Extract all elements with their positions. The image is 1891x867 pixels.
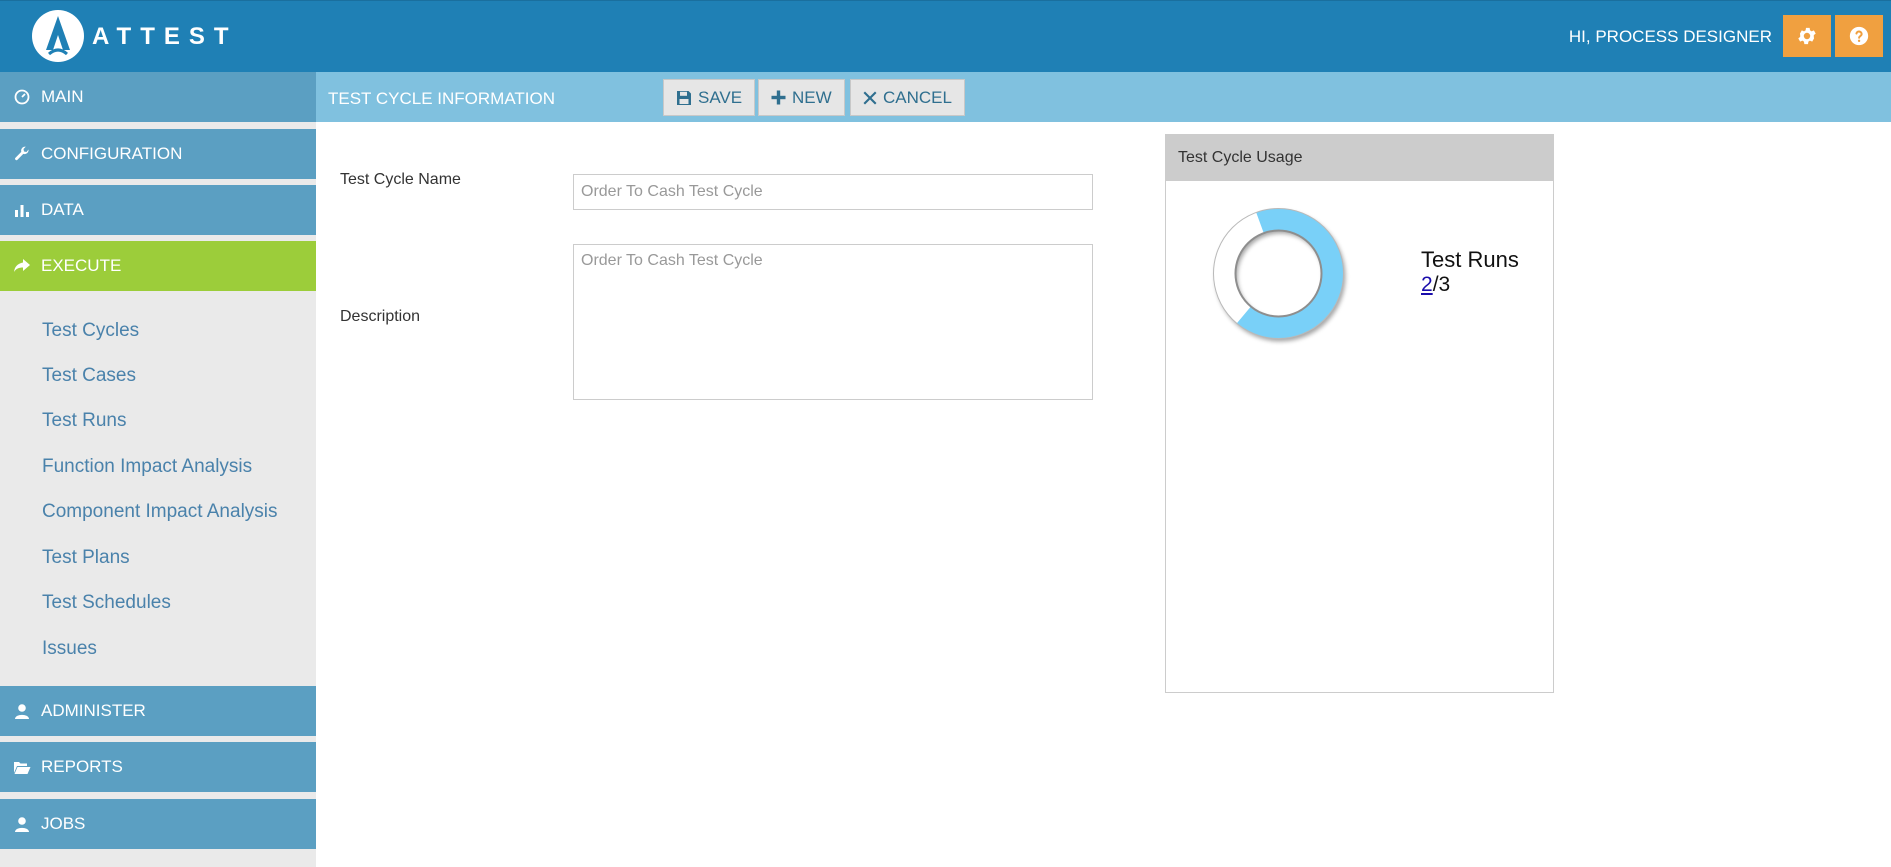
donut-inner-edge [1234,229,1323,318]
user-icon [12,701,32,721]
floppy-disk-icon [676,90,692,106]
share-arrow-icon [12,256,32,276]
test-runs-used-link[interactable]: 2 [1421,273,1433,296]
description-textarea[interactable] [573,244,1093,400]
sidebar-item-issues[interactable]: Issues [42,638,97,660]
description-label: Description [340,308,421,325]
sidebar-item-test-plans[interactable]: Test Plans [42,547,130,569]
new-button-label: NEW [792,87,832,107]
nav-reports-label: REPORTS [41,757,123,776]
nav-administer[interactable]: ADMINISTER [0,686,316,736]
usage-panel-title: Test Cycle Usage [1166,135,1553,181]
page-title: TEST CYCLE INFORMATION [328,89,556,108]
folder-open-icon [12,757,32,777]
logo-mark-icon [46,16,70,56]
test-cycle-name-label: Test Cycle Name [340,171,461,188]
nav-jobs-label: JOBS [41,814,86,833]
sidebar-item-test-cycles[interactable]: Test Cycles [42,320,139,342]
user-icon [12,814,32,834]
settings-button[interactable] [1783,15,1831,57]
nav-data-label: DATA [41,200,84,219]
cancel-button[interactable]: CANCEL [850,79,965,116]
sidebar: MAIN CONFIGURATION DATA EXECUTE Test Cyc… [0,72,316,867]
test-runs-label: Test Runs [1421,247,1519,272]
question-circle-icon [1849,26,1869,46]
nav-execute[interactable]: EXECUTE [0,241,316,291]
sidebar-item-test-runs[interactable]: Test Runs [42,410,126,432]
test-cycle-name-input[interactable] [573,174,1093,210]
nav-main-label: MAIN [41,87,84,106]
attest-logo[interactable] [32,10,84,62]
nav-data[interactable]: DATA [0,185,316,235]
nav-execute-label: EXECUTE [41,256,122,275]
bar-chart-icon [12,200,32,220]
form-toolbar: TEST CYCLE INFORMATION SAVE NEW CANCEL [316,72,1891,122]
nav-administer-label: ADMINISTER [41,701,146,720]
new-button[interactable]: NEW [758,79,845,116]
nav-configuration-label: CONFIGURATION [41,144,183,163]
close-icon [863,91,877,105]
logo-text: ATTEST [92,23,238,50]
wrench-icon [12,144,32,164]
test-cycle-usage-panel: Test Cycle Usage Test Runs 2/3 [1165,134,1554,693]
sidebar-item-component-impact-analysis[interactable]: Component Impact Analysis [42,501,278,523]
test-runs-count: 2/3 [1421,273,1450,297]
sidebar-item-function-impact-analysis[interactable]: Function Impact Analysis [42,456,252,478]
plus-icon [771,90,786,105]
gear-icon [1798,27,1816,45]
nav-configuration[interactable]: CONFIGURATION [0,129,316,179]
nav-main[interactable]: MAIN [0,72,316,122]
top-bar: ATTEST HI, PROCESS DESIGNER [0,0,1891,72]
user-greeting: HI, PROCESS DESIGNER [1568,27,1772,46]
dashboard-icon [12,87,32,107]
cancel-button-label: CANCEL [883,87,952,107]
test-runs-donut-chart [1213,208,1344,339]
nav-jobs[interactable]: JOBS [0,799,316,849]
sidebar-item-test-schedules[interactable]: Test Schedules [42,592,171,614]
nav-reports[interactable]: REPORTS [0,742,316,792]
test-runs-total: 3 [1438,273,1451,296]
save-button[interactable]: SAVE [663,79,756,116]
save-button-label: SAVE [698,87,743,107]
sidebar-item-test-cases[interactable]: Test Cases [42,365,136,387]
help-button[interactable] [1835,15,1883,57]
